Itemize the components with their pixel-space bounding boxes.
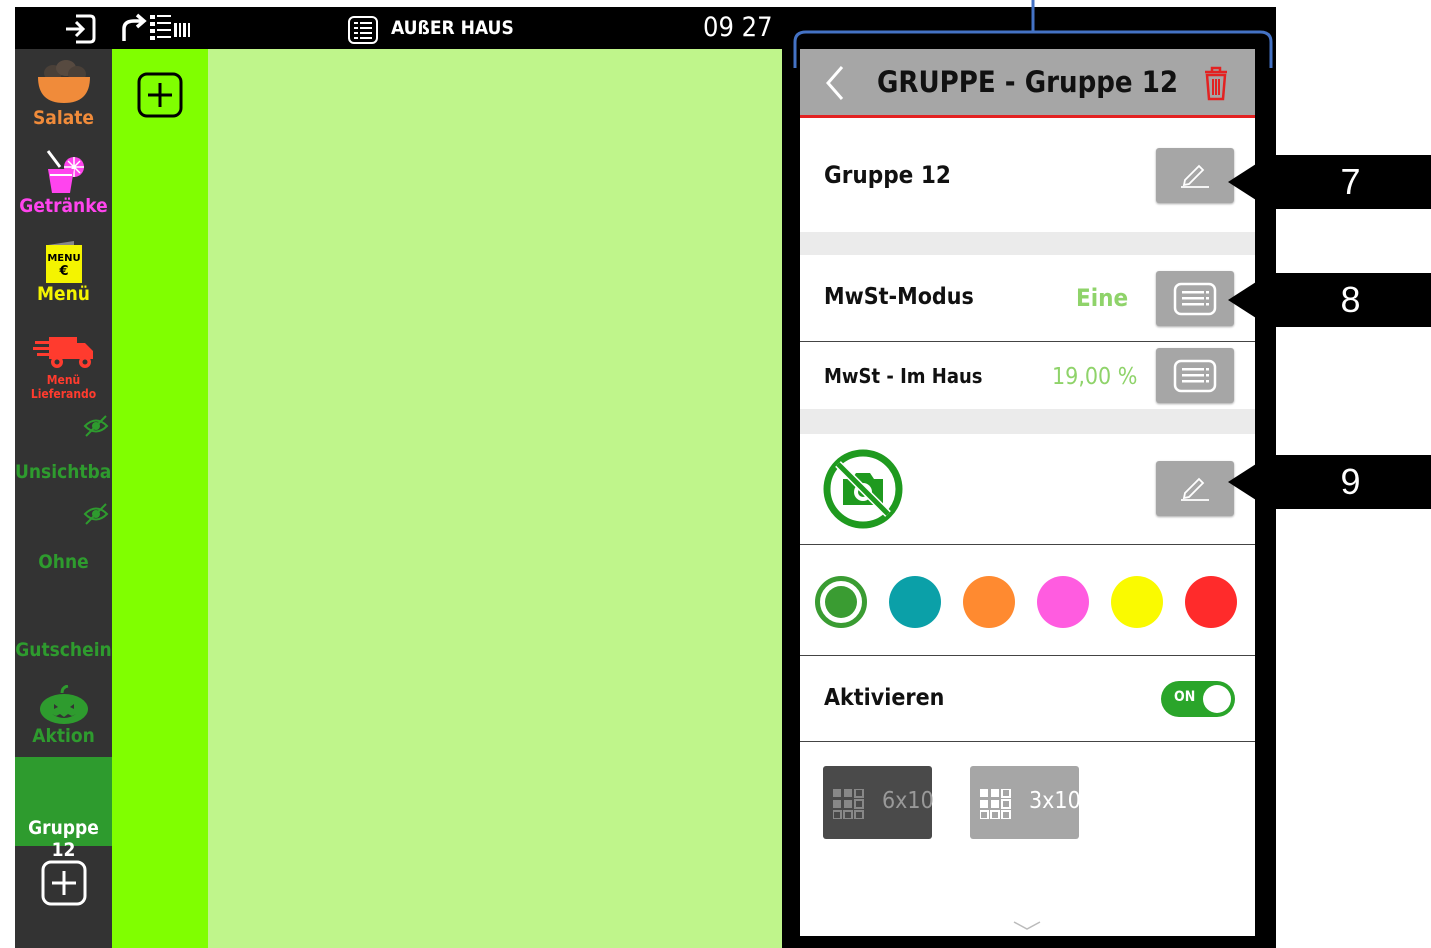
- category-label: Unsichtbar: [15, 461, 120, 483]
- category-aktion[interactable]: Aktion: [15, 685, 112, 747]
- activate-label: Aktivieren: [824, 685, 945, 711]
- section-separator: [800, 409, 1255, 434]
- receipt-icon: [348, 16, 378, 44]
- divider: [800, 341, 1255, 342]
- callout-pointer: [1228, 455, 1270, 509]
- pencil-icon: [1181, 477, 1209, 501]
- color-swatch[interactable]: [889, 576, 941, 628]
- callout-9: 9: [1270, 455, 1431, 509]
- category-sidebar: Salate Getränke MENU € Menü Menü Liefera…: [15, 49, 120, 948]
- vat-inhouse-label: MwSt - Im Haus: [824, 364, 983, 388]
- category-menue[interactable]: MENU € Menü: [15, 239, 112, 305]
- svg-text:MENU: MENU: [47, 253, 80, 264]
- section-separator: [800, 232, 1255, 255]
- category-salate[interactable]: Salate: [15, 57, 112, 129]
- callout-8: 8: [1270, 273, 1431, 327]
- salad-bowl-icon: [37, 60, 90, 103]
- pumpkin-icon: [39, 685, 88, 724]
- color-swatch[interactable]: [815, 576, 867, 628]
- category-gruppe-12[interactable]: Gruppe 12: [15, 757, 112, 861]
- toggle-knob: [1203, 685, 1231, 713]
- color-swatch[interactable]: [963, 576, 1015, 628]
- activate-toggle[interactable]: ON: [1161, 681, 1235, 717]
- color-swatch[interactable]: [1185, 576, 1237, 628]
- item-grid-area[interactable]: [208, 49, 782, 948]
- divider: [800, 741, 1255, 742]
- logout-icon[interactable]: [63, 13, 97, 45]
- item-add-column: [112, 49, 208, 948]
- color-swatch[interactable]: [1037, 576, 1089, 628]
- vat-mode-select-button[interactable]: [1156, 271, 1234, 326]
- hidden-eye-icon: [83, 415, 109, 437]
- vat-inhouse-value: 19,00 %: [1052, 364, 1138, 390]
- reorder-list-icon[interactable]: [120, 11, 202, 45]
- toggle-state-label: ON: [1174, 689, 1196, 705]
- edit-name-button[interactable]: [1156, 148, 1234, 203]
- vat-mode-value: Eine: [1076, 284, 1129, 312]
- callout-pointer: [1228, 155, 1270, 209]
- add-category-icon[interactable]: [41, 860, 87, 906]
- color-swatch[interactable]: [1111, 576, 1163, 628]
- callout-pointer: [1228, 273, 1270, 327]
- vat-mode-label: MwSt-Modus: [824, 284, 974, 310]
- drink-icon: [46, 150, 84, 193]
- category-label: Salate: [33, 107, 94, 129]
- category-label: Getränke: [19, 195, 108, 217]
- category-label: Menü Lieferando: [30, 373, 97, 401]
- list-icon: [1173, 359, 1217, 392]
- category-gutschein[interactable]: Gutschein: [15, 639, 112, 661]
- category-label: Menü: [37, 283, 90, 305]
- group-settings-panel: GRUPPE - Gruppe 12 Gruppe 12 MwSt-Modus …: [800, 49, 1255, 936]
- grid-icon: [980, 789, 1011, 819]
- trash-icon[interactable]: [1203, 65, 1229, 101]
- category-label: Gutschein: [15, 639, 112, 661]
- layout-option-label: 6x10: [882, 788, 934, 814]
- delivery-truck-icon: [32, 337, 93, 368]
- clock-time: 09 27: [703, 12, 773, 43]
- divider: [800, 544, 1255, 545]
- grid-icon: [833, 789, 864, 819]
- menu-card-icon: MENU €: [45, 241, 82, 283]
- selected-color-indicator: [825, 586, 857, 618]
- category-label: Aktion: [32, 725, 95, 747]
- layout-6x10-button[interactable]: 6x10: [823, 766, 934, 839]
- category-label: Ohne: [38, 551, 89, 573]
- panel-title: GRUPPE - Gruppe 12: [876, 65, 1179, 99]
- pencil-icon: [1181, 164, 1209, 188]
- list-icon: [1173, 282, 1217, 315]
- layout-3x10-button[interactable]: 3x10: [970, 766, 1081, 839]
- hidden-eye-icon: [83, 503, 109, 525]
- category-getraenke[interactable]: Getränke: [15, 149, 112, 217]
- back-chevron-icon[interactable]: [824, 63, 846, 103]
- svg-text:€: €: [58, 264, 68, 279]
- callout-7: 7: [1270, 155, 1431, 209]
- edit-image-button[interactable]: [1156, 461, 1234, 516]
- category-label: Gruppe 12: [28, 817, 99, 861]
- category-unsichtbar[interactable]: Unsichtbar: [15, 415, 120, 483]
- order-mode-label: AUßER HAUS: [391, 17, 514, 39]
- scroll-down-chevron-icon[interactable]: [1012, 919, 1042, 931]
- no-image-icon: [823, 449, 903, 529]
- add-item-icon[interactable]: [137, 72, 183, 118]
- divider: [800, 655, 1255, 656]
- layout-option-label: 3x10: [1029, 788, 1081, 814]
- category-ohne[interactable]: Ohne: [15, 503, 112, 573]
- category-menue-lieferando[interactable]: Menü Lieferando: [15, 335, 112, 401]
- panel-header: GRUPPE - Gruppe 12: [800, 49, 1255, 118]
- vat-inhouse-select-button[interactable]: [1156, 348, 1234, 403]
- group-name-value: Gruppe 12: [824, 161, 951, 189]
